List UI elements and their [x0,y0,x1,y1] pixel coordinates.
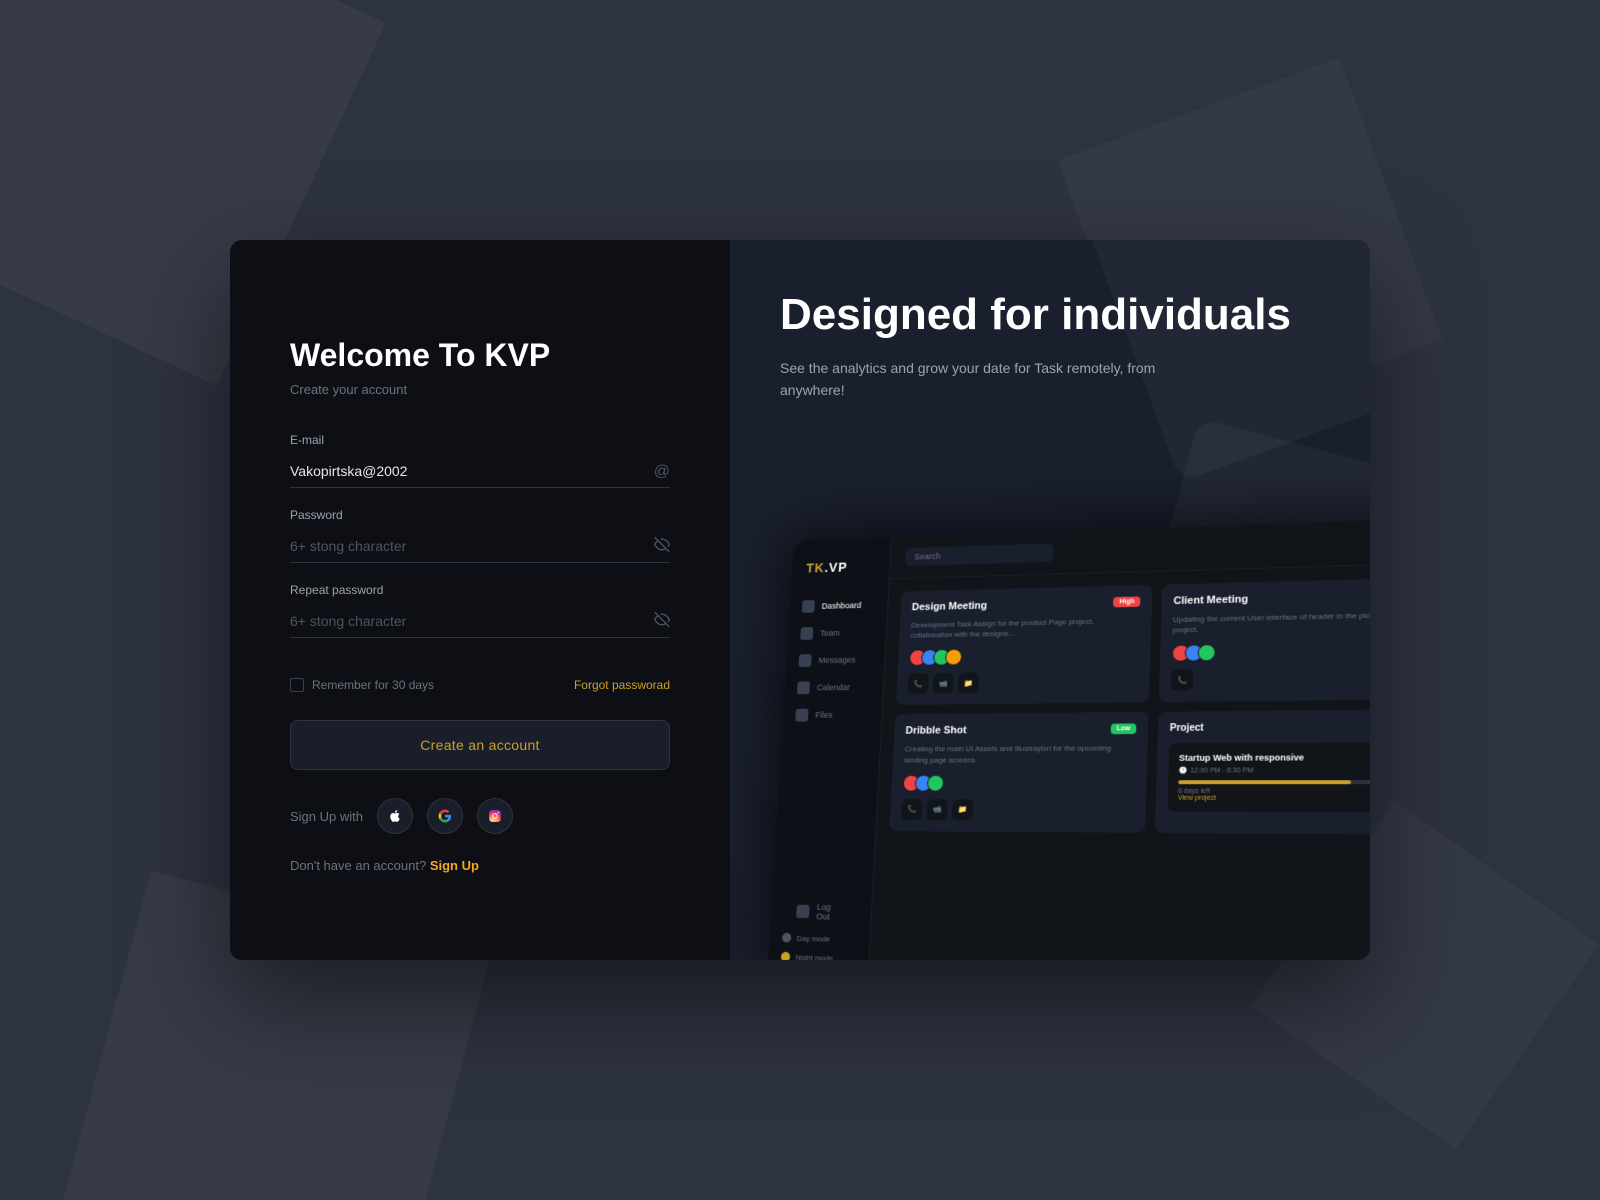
remember-checkbox[interactable] [290,678,304,692]
password-label: Password [290,508,670,522]
password-form-group: Password [290,508,670,563]
sidebar-calendar-label: Calendar [817,683,850,693]
repeat-password-field[interactable] [290,605,670,638]
avatar-4 [945,649,963,666]
email-label: E-mail [290,433,670,447]
right-subtext: See the analytics and grow your date for… [780,357,1200,402]
card-header-3: Dribble Shot Low [905,724,1136,737]
apple-signup-button[interactable] [377,798,413,834]
sidebar-dashboard-label: Dashboard [821,601,861,611]
card-avatars-3 [902,774,1134,791]
project-label: Project [1170,722,1370,735]
sidebar-item-files[interactable]: Files [782,701,882,729]
avatar-c3 [1198,644,1216,662]
night-mode-label: Night mode [795,953,833,960]
google-signup-button[interactable] [427,798,463,834]
project-item: Startup Web with responsive 🕐 12:00 PM -… [1167,743,1370,813]
mockup-inner: TK.VP Dashboard Team Messages [767,518,1370,960]
sidebar-item-logout[interactable]: Log Out [783,894,859,929]
sign-up-link[interactable]: Sign Up [430,858,479,873]
action-btn-d1[interactable]: 📞 [901,799,923,820]
nav-bottom: Log Out Day mode Night mode [768,894,872,960]
email-field[interactable] [290,455,670,488]
email-input-wrapper: @ [290,455,670,488]
sidebar-item-dashboard[interactable]: Dashboard [789,591,888,620]
high-badge: High [1113,596,1140,607]
avatar-d3 [927,774,945,791]
action-btn-2[interactable]: 📹 [932,673,953,694]
sidebar-item-calendar[interactable]: Calendar [784,673,884,702]
sidebar-item-messages[interactable]: Messages [786,645,886,674]
card-actions-2: 📞 [1171,666,1370,691]
dribble-shot-card: Dribble Shot Low Creating the main UI As… [889,712,1148,832]
create-account-button[interactable]: Create an account [290,720,670,770]
email-icon: @ [654,463,670,481]
eye-slash-icon-2 [654,611,670,632]
page-subtitle: Create your account [290,382,670,397]
right-panel: Designed for individuals See the analyti… [730,240,1370,960]
action-btn-d2[interactable]: 📹 [926,799,948,820]
app-mockup: TK.VP Dashboard Team Messages [767,518,1370,960]
repeat-password-form-group: Repeat password [290,583,670,638]
card-desc-2: Updating the current User interface of h… [1173,609,1370,636]
card-actions-3: 📞 📹 📁 [901,799,1134,821]
day-mode-label: Day mode [796,934,830,943]
card-avatars-2 [1172,641,1370,663]
remember-label[interactable]: Remember for 30 days [290,678,434,692]
project-time: 🕐 12:00 PM - 8:30 PM [1178,767,1370,775]
left-panel: Welcome To KVP Create your account E-mai… [230,240,730,960]
social-signup-section: Sign Up with [290,798,670,834]
right-heading: Designed for individuals [780,290,1320,341]
view-project-button[interactable]: View project [1178,795,1370,802]
mockup-search-bar[interactable]: Search [905,543,1054,566]
mockup-logo: TK.VP [791,551,891,593]
sidebar-messages-label: Messages [818,655,855,665]
password-field[interactable] [290,530,670,563]
action-btn-c1[interactable]: 📞 [1171,670,1193,691]
password-input-wrapper [290,530,670,563]
card-header: Design Meeting High [912,596,1141,613]
action-btn-3[interactable]: 📁 [958,673,980,694]
progress-bar-bg [1178,781,1370,785]
email-form-group: E-mail @ [290,433,670,488]
card-avatars [909,646,1139,667]
card-header-2: Client Meeting Medium [1173,589,1370,606]
sidebar-files-label: Files [815,710,833,719]
client-meeting-card: Client Meeting Medium Updating the curre… [1159,577,1370,702]
card-title: Design Meeting [912,600,988,613]
nav-divider [772,728,881,895]
repeat-password-label: Repeat password [290,583,670,597]
form-options: Remember for 30 days Forgot passworad [290,678,670,692]
sign-up-with-label: Sign Up with [290,809,363,824]
day-mode-toggle[interactable]: Day mode [782,928,858,949]
project-card: Project Startup Web with responsive 🕐 12… [1155,710,1370,835]
task-grid: Design Meeting High Development Task Ass… [876,563,1370,848]
card-title-3: Dribble Shot [905,725,966,737]
card-title-2: Client Meeting [1173,594,1248,607]
card-actions: 📞 📹 📁 [907,670,1138,694]
sidebar-logout-label: Log Out [816,902,846,922]
main-container: Welcome To KVP Create your account E-mai… [230,240,1370,960]
action-btn-1[interactable]: 📞 [907,674,928,695]
remember-text: Remember for 30 days [312,678,434,692]
card-desc: Development Task Assign for the product … [910,615,1140,641]
project-title: Startup Web with responsive [1179,753,1370,764]
dont-have-account-text: Don't have an account? Sign Up [290,858,670,873]
action-btn-d3[interactable]: 📁 [952,799,974,820]
progress-bar-fill [1178,781,1351,785]
card-desc-3: Creating the main UI Assets and Illustra… [904,743,1136,765]
sidebar-item-team[interactable]: Team [787,618,886,647]
repeat-password-input-wrapper [290,605,670,638]
sidebar-team-label: Team [820,628,840,637]
mockup-main-content: Search Design Meeting High Development T… [868,518,1370,960]
page-title: Welcome To KVP [290,337,670,374]
instagram-signup-button[interactable] [477,798,513,834]
forgot-password-link[interactable]: Forgot passworad [574,678,670,692]
design-meeting-card: Design Meeting High Development Task Ass… [896,585,1153,706]
low-badge: Low [1111,724,1137,735]
night-mode-toggle[interactable]: Night mode [780,947,856,960]
eye-slash-icon [654,536,670,557]
